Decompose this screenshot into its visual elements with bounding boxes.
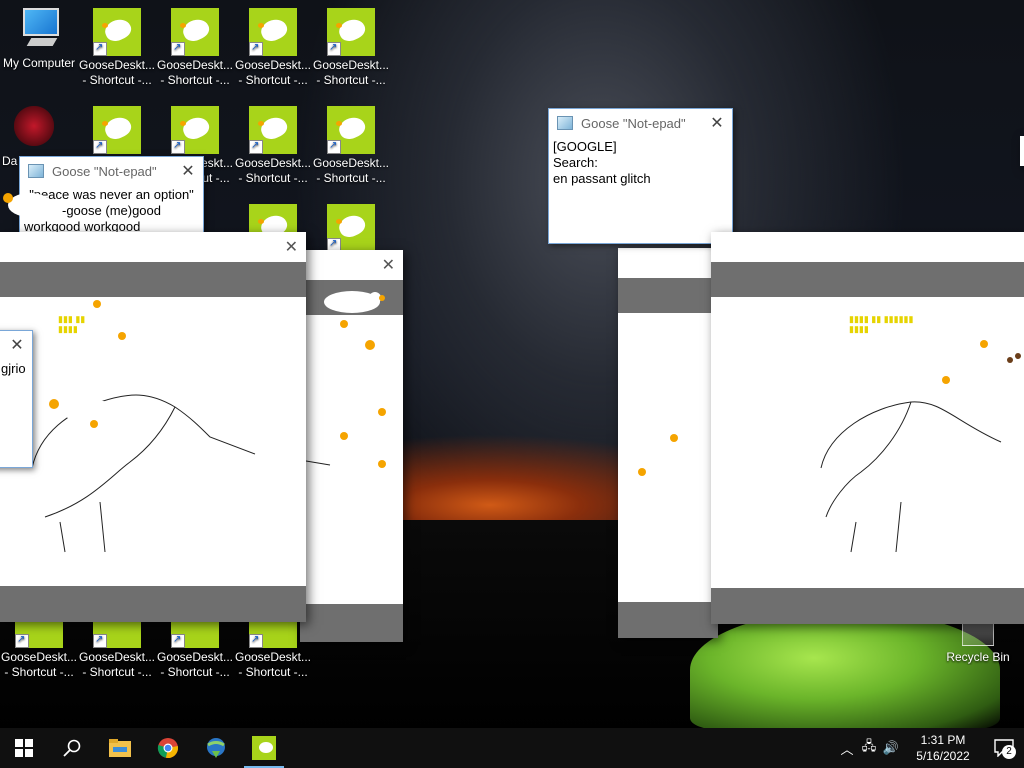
- goose-sprite: [340, 432, 400, 468]
- goose-shortcut[interactable]: GooseDeskt...- Shortcut -...: [312, 8, 390, 88]
- goose-app-icon: [252, 736, 276, 760]
- goose-sprite: [3, 193, 52, 217]
- goose-desktop-button[interactable]: [240, 728, 288, 768]
- goose-shortcut[interactable]: GooseDeskt...- Shortcut -...: [78, 8, 156, 88]
- goose-desktop-icon: [249, 106, 297, 154]
- notepad-line: en passant glitch: [553, 171, 651, 186]
- system-tray: ︿ 🖧 🔊 1:31 PM 5/16/2022 2: [836, 728, 1024, 768]
- offscreen-window[interactable]: [1020, 136, 1024, 166]
- goose-desktop-icon: [93, 106, 141, 154]
- meme-window[interactable]: ▮▮▮▮ ▮▮ ▮▮▮▮▮▮ ▮▮▮▮: [711, 232, 1024, 624]
- partial-dialog-text: gjrio: [1, 361, 26, 376]
- notepad-title: Goose "Not-epad": [52, 163, 157, 179]
- close-icon[interactable]: ✕: [173, 161, 203, 181]
- network-icon[interactable]: 🖧: [858, 737, 880, 759]
- goose-sprite: [618, 434, 678, 476]
- search-button[interactable]: [48, 728, 96, 768]
- folder-icon: [109, 739, 131, 757]
- start-button[interactable]: [0, 728, 48, 768]
- mud-prints: [1007, 353, 1021, 363]
- recycle-bin-label: Recycle Bin: [946, 650, 1010, 664]
- notepad-titlebar[interactable]: Goose "Not-epad" ✕: [549, 109, 732, 137]
- goose-desktop-icon: [171, 106, 219, 154]
- download-manager-button[interactable]: [192, 728, 240, 768]
- partial-dialog[interactable]: ✕ gjrio: [0, 330, 33, 468]
- close-icon[interactable]: ✕: [702, 113, 732, 133]
- computer-icon: [15, 8, 63, 52]
- goose-sprite: [93, 297, 147, 340]
- goose-desktop-icon: [249, 8, 297, 56]
- notepad-title: Goose "Not-epad": [581, 115, 686, 131]
- goose-desktop-icon: [327, 106, 375, 154]
- goose-shortcut[interactable]: [312, 204, 390, 254]
- goose-desktop-icon: [93, 8, 141, 56]
- chevron-up-icon[interactable]: ︿: [836, 739, 858, 758]
- clock[interactable]: 1:31 PM 5/16/2022: [908, 732, 978, 764]
- goose-sprite: [365, 340, 394, 416]
- taskbar: ︿ 🖧 🔊 1:31 PM 5/16/2022 2: [0, 728, 1024, 768]
- goose-sprite: [49, 397, 120, 428]
- file-explorer-button[interactable]: [96, 728, 144, 768]
- clock-time: 1:31 PM: [920, 733, 966, 747]
- notepad-icon: [28, 164, 44, 178]
- goose-shortcut[interactable]: GooseDeskt...- Shortcut -...: [312, 106, 390, 186]
- search-icon: [63, 739, 81, 757]
- my-computer-icon[interactable]: My Computer: [0, 8, 78, 71]
- chrome-button[interactable]: [144, 728, 192, 768]
- clock-date: 5/16/2022: [916, 749, 970, 763]
- volume-icon[interactable]: 🔊: [880, 740, 902, 756]
- close-icon[interactable]: ✕: [2, 335, 32, 355]
- goose-desktop-icon: [171, 8, 219, 56]
- my-computer-label: My Computer: [2, 56, 76, 70]
- goose-shortcut[interactable]: GooseDeskt...- Shortcut -...: [156, 8, 234, 88]
- goose-drawing: [820, 401, 1002, 553]
- goose-desktop-icon: [327, 204, 375, 252]
- notification-badge: 2: [1002, 745, 1016, 759]
- goose-shortcut[interactable]: GooseDeskt...- Shortcut -...: [234, 8, 312, 88]
- notepad-icon: [557, 116, 573, 130]
- globe-download-icon: [207, 738, 225, 758]
- goose-sprite: [924, 340, 988, 384]
- goose-sprite: [324, 291, 385, 328]
- notepad-line: [GOOGLE]: [553, 139, 617, 154]
- notification-center-button[interactable]: 2: [984, 728, 1024, 768]
- chrome-icon: [157, 738, 179, 759]
- notepad-line: Search:: [553, 155, 598, 170]
- mandala-icon: [14, 106, 54, 146]
- goose-desktop-icon: [327, 8, 375, 56]
- goose-notepad-window[interactable]: Goose "Not-epad" ✕ [GOOGLE] Search: en p…: [548, 108, 733, 244]
- windows-icon: [15, 739, 33, 757]
- goose-shortcut[interactable]: GooseDeskt...- Shortcut -...: [234, 106, 312, 186]
